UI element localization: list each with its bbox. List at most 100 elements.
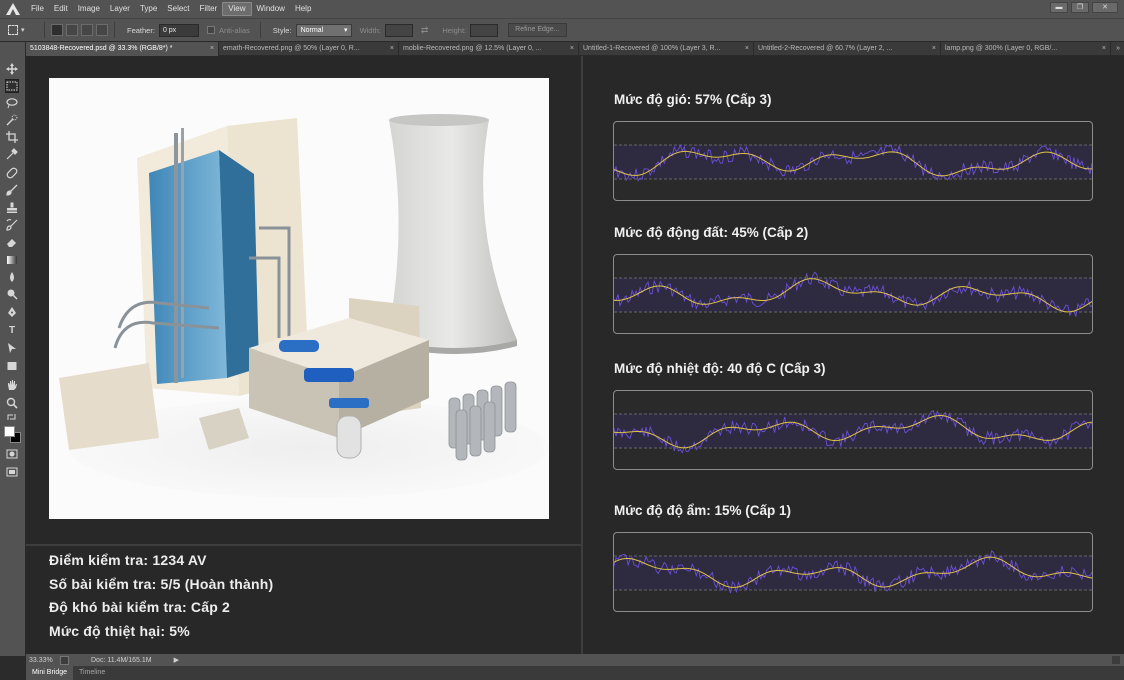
document-tabs: 5103848-Recovered.psd @ 33.3% (RGB/8*) *… — [26, 42, 1124, 56]
antialias-checkbox[interactable] — [206, 26, 215, 34]
swap-colors-icon[interactable] — [5, 412, 19, 422]
gradient-tool-icon[interactable] — [5, 253, 19, 267]
graph-title-earthquake: Mức độ động đất: 45% (Cấp 2) — [614, 225, 809, 240]
bottom-tab-mini-bridge[interactable]: Mini Bridge — [26, 666, 74, 680]
options-bar: ▾ Feather: 0 px Anti-alias Style: Normal… — [0, 18, 1124, 42]
restore-button[interactable]: ❐ — [1071, 2, 1089, 13]
height-input[interactable] — [470, 23, 499, 37]
power-plant-image — [49, 78, 549, 519]
pen-tool-icon[interactable] — [5, 305, 19, 319]
document-tab[interactable]: lamp.png @ 300% (Layer 0, RGB/... × — [941, 42, 1111, 56]
bottom-panel-tabs: Mini Bridge Timeline — [26, 666, 1124, 680]
status-menu-arrow-icon[interactable]: ▶ — [174, 656, 179, 664]
window-controls: ▬ ❐ ✕ — [1050, 2, 1118, 13]
move-tool-icon[interactable] — [5, 62, 19, 76]
foreground-color-swatch[interactable] — [4, 426, 15, 437]
refine-edge-button[interactable]: Refine Edge... — [508, 23, 567, 37]
type-tool-icon[interactable]: T — [5, 323, 19, 337]
swap-icon[interactable]: ⇄ — [421, 25, 429, 36]
eraser-tool-icon[interactable] — [5, 235, 19, 249]
tab-close-icon[interactable]: × — [745, 42, 749, 56]
style-select[interactable]: Normal — [295, 23, 352, 37]
document-tab[interactable]: Untitled-1-Recovered @ 100% (Layer 3, R.… — [579, 42, 754, 56]
tab-close-icon[interactable]: × — [932, 42, 936, 56]
graph-humidity — [613, 532, 1093, 612]
menu-edit[interactable]: Edit — [49, 2, 73, 16]
graph-title-humidity: Mức độ độ ẩm: 15% (Cấp 1) — [614, 503, 792, 518]
menu-type[interactable]: Type — [135, 2, 162, 16]
document-canvas[interactable]: Điểm kiểm tra: 1234 AV Số bài kiểm tra: … — [26, 56, 1124, 654]
menu-view[interactable]: View — [222, 2, 252, 16]
minimize-button[interactable]: ▬ — [1050, 2, 1068, 13]
menu-window[interactable]: Window — [252, 2, 290, 16]
quick-mask-icon[interactable] — [5, 447, 19, 461]
menu-select[interactable]: Select — [162, 2, 194, 16]
menu-file[interactable]: File — [26, 2, 49, 16]
menu-image[interactable]: Image — [73, 2, 105, 16]
intersect-selection-icon[interactable] — [96, 24, 108, 36]
tab-close-icon[interactable]: × — [1102, 42, 1106, 56]
dodge-tool-icon[interactable] — [5, 287, 19, 301]
document-tab-label: Untitled-2-Recovered @ 60.7% (Layer 2, .… — [758, 45, 893, 52]
document-tab-label: 5103848-Recovered.psd @ 33.3% (RGB/8*) * — [30, 45, 173, 52]
close-button[interactable]: ✕ — [1092, 2, 1118, 13]
quick-select-tool-icon[interactable] — [5, 113, 19, 127]
graph-title-wind: Mức độ gió: 57% (Cấp 3) — [614, 92, 772, 107]
menu-filter[interactable]: Filter — [195, 2, 223, 16]
panel-divider-horizontal — [26, 544, 582, 546]
menu-items: File Edit Image Layer Type Select Filter View Wi… — [26, 2, 316, 16]
add-selection-icon[interactable] — [66, 24, 78, 36]
document-tab[interactable]: Untitled-2-Recovered @ 60.7% (Layer 2, .… — [754, 42, 941, 56]
eyedropper-tool-icon[interactable] — [5, 147, 19, 161]
width-input[interactable] — [384, 23, 413, 37]
app-logo-icon — [0, 0, 26, 18]
antialias-label: Anti-alias — [218, 25, 250, 35]
document-tab-label: emath-Recovered.png @ 50% (Layer 0, R... — [223, 45, 360, 52]
menu-bar: File Edit Image Layer Type Select Filter View Wi… — [0, 0, 1124, 18]
stat-difficulty: Độ khó bài kiểm tra: Cấp 2 — [49, 599, 231, 615]
proof-icon[interactable] — [60, 655, 69, 665]
document-tab[interactable]: 5103848-Recovered.psd @ 33.3% (RGB/8*) *… — [26, 42, 219, 56]
rectangle-tool-icon[interactable] — [5, 359, 19, 373]
hand-tool-icon[interactable] — [5, 378, 19, 392]
document-tab-label: moblie-Recovered.png @ 12.5% (Layer 0, .… — [403, 45, 542, 52]
stat-damage: Mức độ thiệt hại: 5% — [49, 622, 190, 639]
stat-checkpoint: Điểm kiểm tra: 1234 AV — [49, 552, 207, 568]
zoom-tool-icon[interactable] — [5, 396, 19, 410]
divider — [259, 22, 261, 38]
tool-preset-picker[interactable]: ▾ — [8, 21, 38, 39]
graph-earthquake-plot — [614, 271, 1092, 318]
doc-size: Doc: 11.4M/165.1M — [91, 656, 152, 664]
scroll-corner — [1112, 656, 1120, 664]
document-tab[interactable]: moblie-Recovered.png @ 12.5% (Layer 0, .… — [399, 42, 579, 56]
path-select-tool-icon[interactable] — [5, 341, 19, 355]
color-swatches[interactable] — [4, 426, 22, 444]
graph-humidity-plot — [614, 550, 1092, 594]
blur-tool-icon[interactable] — [5, 270, 19, 284]
healing-brush-tool-icon[interactable] — [5, 166, 19, 180]
status-bar: 33.33% Doc: 11.4M/165.1M ▶ — [26, 654, 1124, 666]
subtract-selection-icon[interactable] — [81, 24, 93, 36]
crop-tool-icon[interactable] — [5, 130, 19, 144]
tabs-overflow-icon[interactable]: » — [1116, 42, 1120, 56]
bottom-tab-timeline[interactable]: Timeline — [73, 666, 111, 680]
tab-close-icon[interactable]: × — [210, 42, 214, 56]
history-brush-tool-icon[interactable] — [5, 218, 19, 232]
brush-tool-icon[interactable] — [5, 183, 19, 197]
menu-layer[interactable]: Layer — [105, 2, 135, 16]
tab-close-icon[interactable]: × — [570, 42, 574, 56]
menu-help[interactable]: Help — [290, 2, 316, 16]
height-label: Height: — [442, 25, 467, 35]
feather-input[interactable]: 0 px — [158, 23, 199, 37]
clone-stamp-tool-icon[interactable] — [5, 201, 19, 215]
graph-wind-plot — [614, 143, 1092, 182]
graph-band — [614, 278, 1092, 312]
new-selection-icon[interactable] — [51, 24, 63, 36]
screen-mode-icon[interactable] — [5, 465, 19, 479]
tab-close-icon[interactable]: × — [390, 42, 394, 56]
width-label: Width: — [359, 25, 381, 35]
zoom-level[interactable]: 33.33% — [26, 657, 56, 664]
marquee-tool-icon[interactable] — [5, 79, 19, 93]
lasso-tool-icon[interactable] — [5, 96, 19, 110]
document-tab[interactable]: emath-Recovered.png @ 50% (Layer 0, R...… — [219, 42, 399, 56]
